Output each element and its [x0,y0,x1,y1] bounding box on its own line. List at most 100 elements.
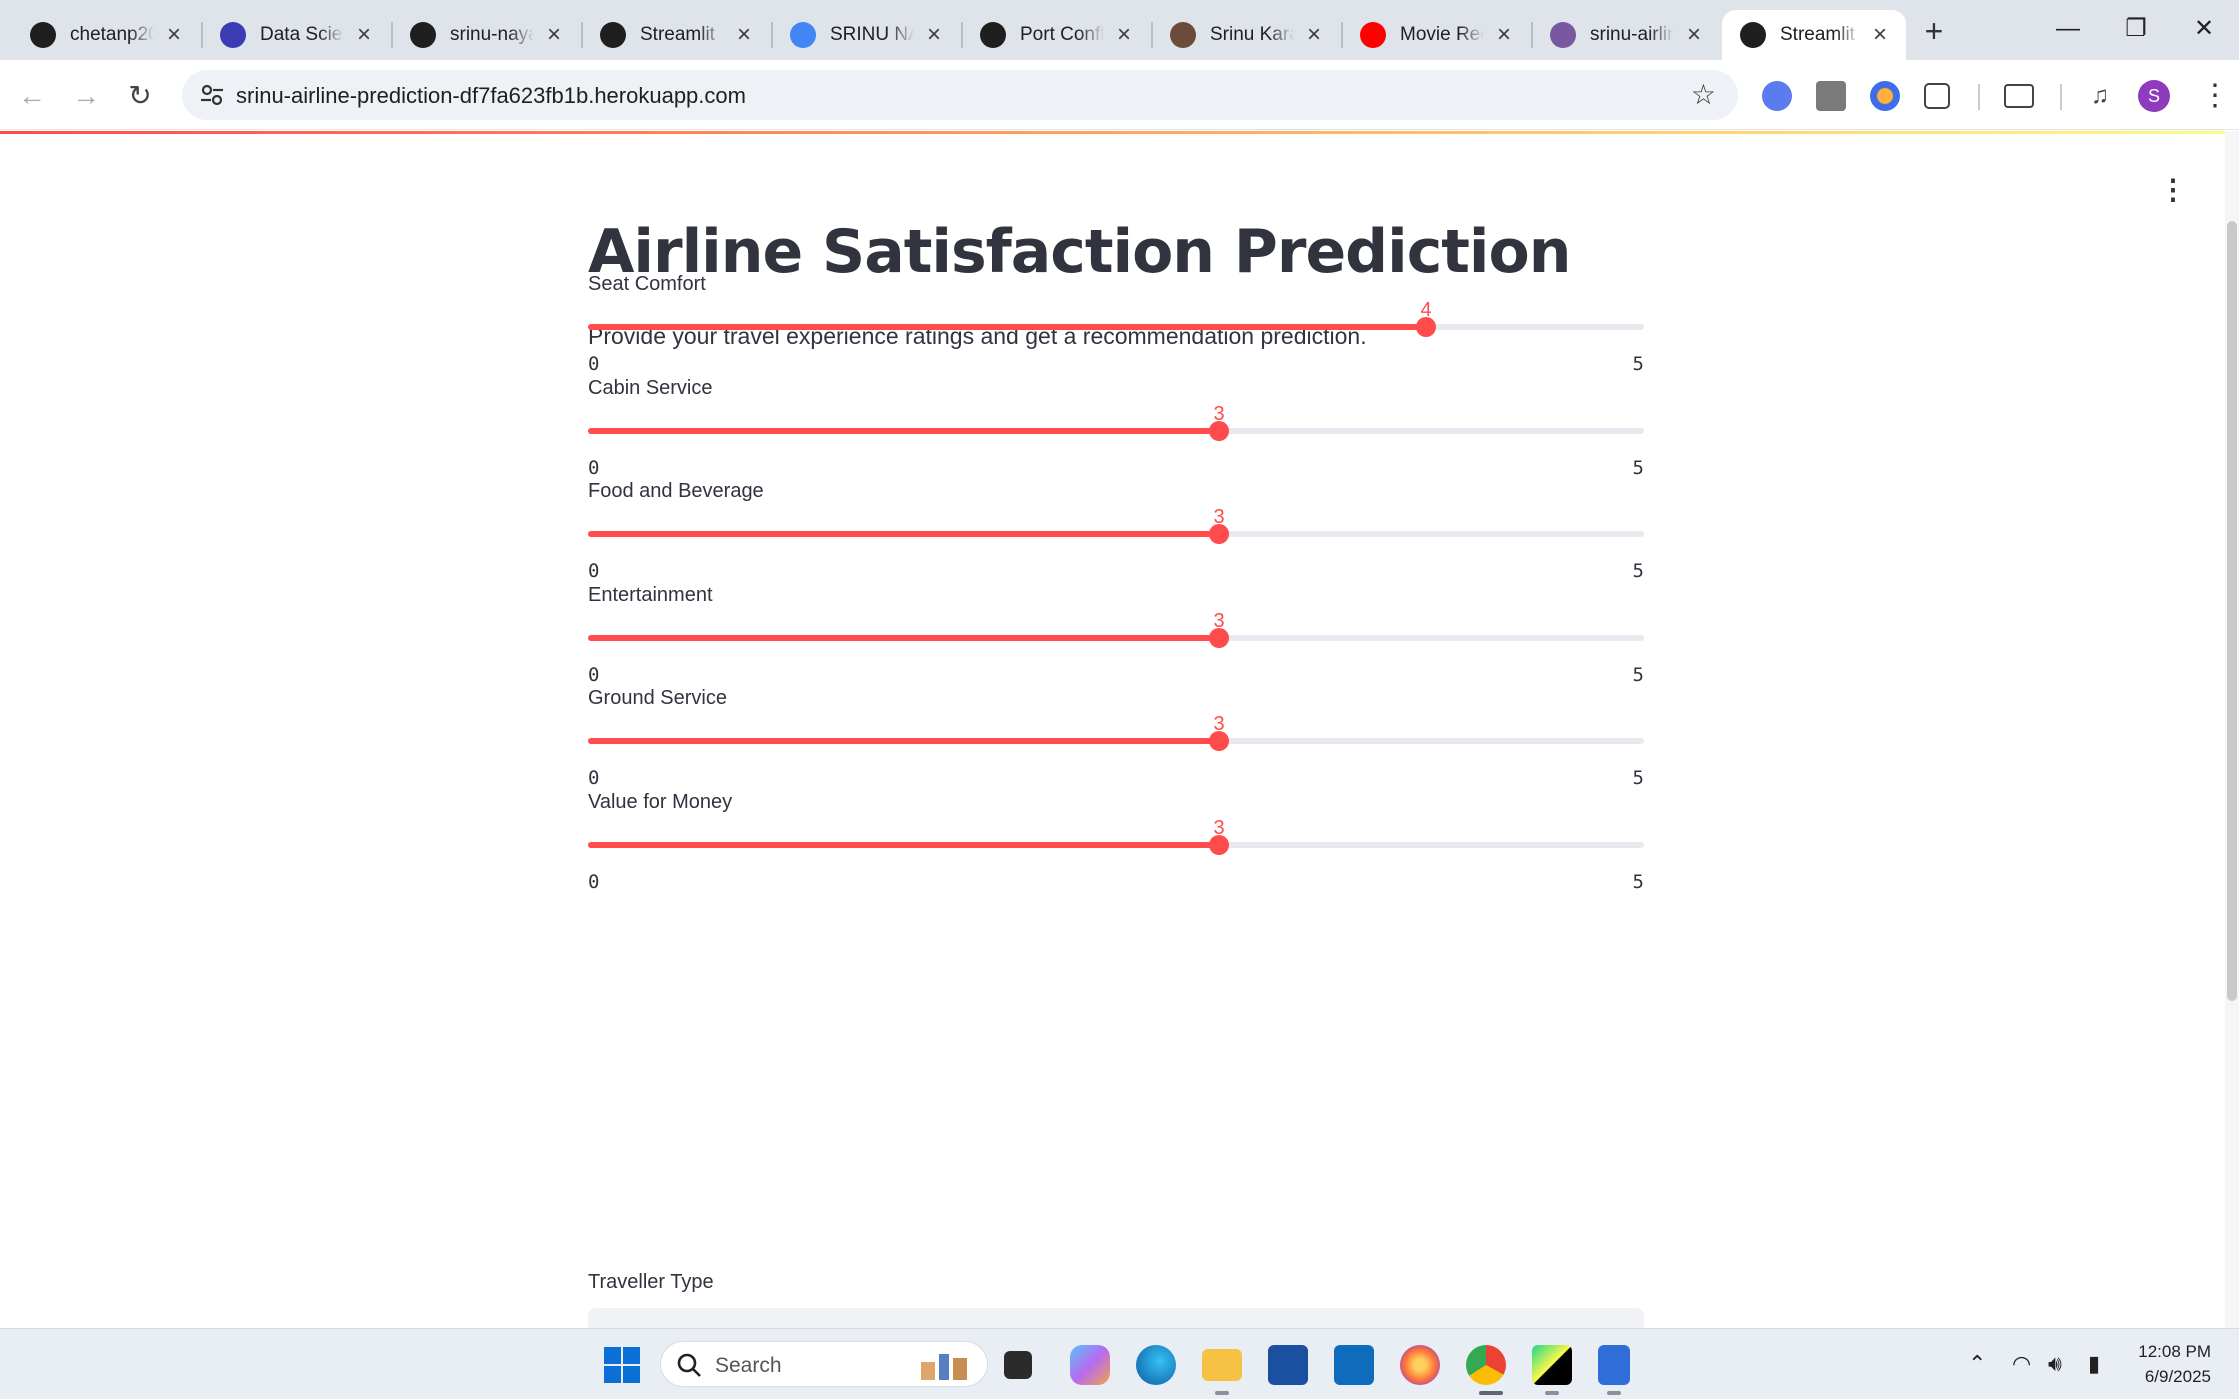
restore-window-icon[interactable]: ❐ [2116,12,2156,46]
tab-title: Data Scien [260,24,344,45]
close-tab-icon[interactable]: × [922,21,946,49]
slider-track[interactable] [588,835,1644,855]
search-icon [677,1353,701,1377]
close-window-icon[interactable]: ✕ [2184,12,2224,46]
task-view-icon[interactable] [1004,1351,1032,1379]
close-tab-icon[interactable]: × [542,21,566,49]
wifi-icon[interactable]: ◠ [2012,1351,2031,1377]
new-tab-button[interactable]: + [1916,14,1952,50]
traveller-type-select[interactable] [588,1308,1644,1328]
tab-title: Srinu Kara [1210,24,1294,45]
minimize-icon[interactable]: — [2048,12,2088,46]
browser-tab[interactable]: chetanp20 × [12,10,200,60]
extension-icon[interactable] [1762,81,1792,111]
slider-track[interactable] [588,317,1644,337]
tab-title: SRINU NA [830,24,914,45]
slider-track[interactable] [588,628,1644,648]
tab-title: Streamlit [1780,24,1855,45]
header-decoration-bar [0,131,2239,134]
profile-avatar[interactable]: S [2138,80,2170,112]
close-tab-icon[interactable]: × [1302,21,1326,49]
close-tab-icon[interactable]: × [1868,21,1892,49]
copilot-icon[interactable] [1070,1345,1110,1385]
browser-tab[interactable]: Srinu Kara × [1152,10,1340,60]
browser-tab[interactable]: Streamlit × [1722,10,1906,60]
scrollbar-thumb[interactable] [2227,221,2237,1001]
show-hidden-icons-icon[interactable]: ⌃ [1968,1351,1986,1377]
streamlit-icon [600,22,626,48]
taskbar-search[interactable]: Search [660,1341,988,1387]
slider-label: Cabin Service [588,377,713,399]
slider-track[interactable] [588,731,1644,751]
bookmark-star-icon[interactable]: ☆ [1691,78,1716,111]
browser-menu-icon[interactable]: ⋮ [2200,78,2230,113]
close-tab-icon[interactable]: × [352,21,376,49]
close-tab-icon[interactable]: × [732,21,756,49]
search-highlight-icon [921,1354,967,1380]
slider-thumb[interactable] [1209,731,1229,751]
slider-label: Seat Comfort [588,273,706,295]
tab-title: srinu-airlin [1590,24,1674,45]
extensions-puzzle-icon[interactable] [1924,83,1950,109]
slider-track[interactable] [588,421,1644,441]
close-tab-icon[interactable]: × [1682,21,1706,49]
browser-tab[interactable]: srinu-naya × [392,10,580,60]
scrollbar[interactable] [2225,131,2239,1328]
reload-icon[interactable]: ↻ [120,76,160,116]
browser-tab[interactable]: Movie Rec × [1342,10,1530,60]
heroku-icon [1550,22,1576,48]
tab-title: Port Confl [1020,24,1104,45]
close-tab-icon[interactable]: × [162,21,186,49]
extension-icon[interactable] [1870,81,1900,111]
pycharm-icon[interactable] [1532,1345,1572,1385]
media-controls-icon[interactable]: ♫ [2080,76,2120,116]
traveller-type-label: Traveller Type [588,1271,714,1293]
browser-tab[interactable]: Port Confl × [962,10,1150,60]
running-indicator [1479,1391,1503,1395]
volume-icon[interactable]: 🔊︎ [2048,1351,2062,1377]
extension-icon[interactable] [1816,81,1846,111]
browser-tab[interactable]: Streamlit × [582,10,770,60]
tab-title: srinu-naya [450,24,534,45]
browser-tab[interactable]: srinu-airlin × [1532,10,1720,60]
slider-thumb[interactable] [1209,835,1229,855]
close-tab-icon[interactable]: × [1112,21,1136,49]
chrome-icon[interactable] [1466,1345,1506,1385]
file-explorer-icon[interactable] [1202,1349,1242,1381]
tab-title: chetanp20 [70,24,154,45]
battery-icon[interactable]: ▮ [2088,1351,2100,1377]
slider-track[interactable] [588,524,1644,544]
browser-tab[interactable]: Data Scien × [202,10,390,60]
system-clock[interactable]: 12:08 PM 6/9/2025 [2138,1339,2211,1389]
outlook-icon[interactable] [1334,1345,1374,1385]
slider-min-label: 0 [588,767,600,789]
site-favicon-icon [220,22,246,48]
firefox-icon[interactable] [1400,1345,1440,1385]
youtube-icon [1360,22,1386,48]
notepad-icon[interactable] [1598,1345,1630,1385]
windows-start-icon[interactable] [602,1345,642,1385]
slider-min-label: 0 [588,871,600,893]
microsoft-store-icon[interactable] [1268,1345,1308,1385]
slider-max-label: 5 [1632,871,1644,893]
running-indicator [1545,1391,1559,1395]
slider-thumb[interactable] [1416,317,1436,337]
address-bar[interactable]: srinu-airline-prediction-df7fa623fb1b.he… [182,70,1738,120]
slider-thumb[interactable] [1209,421,1229,441]
close-tab-icon[interactable]: × [1492,21,1516,49]
slider-label: Food and Beverage [588,480,764,502]
forward-arrow-icon[interactable]: → [66,76,106,116]
edge-browser-icon[interactable] [1136,1345,1176,1385]
app-menu-icon[interactable]: ⋮ [2159,173,2187,206]
slider-thumb[interactable] [1209,628,1229,648]
slider-min-label: 0 [588,664,600,686]
slider-label: Value for Money [588,791,733,813]
tab-search-icon[interactable] [2004,84,2034,108]
slider-thumb[interactable] [1209,524,1229,544]
back-arrow-icon[interactable]: ← [12,76,52,116]
windows-taskbar: Search ⌃ ◠ 🔊︎ ▮ 12:08 PM 6/9/2025 [0,1328,2239,1399]
url-text[interactable]: srinu-airline-prediction-df7fa623fb1b.he… [236,83,746,109]
site-settings-icon[interactable] [198,81,226,109]
browser-tab[interactable]: SRINU NA × [772,10,960,60]
browser-toolbar: ← → ↻ srinu-airline-prediction-df7fa623f… [0,60,2239,130]
